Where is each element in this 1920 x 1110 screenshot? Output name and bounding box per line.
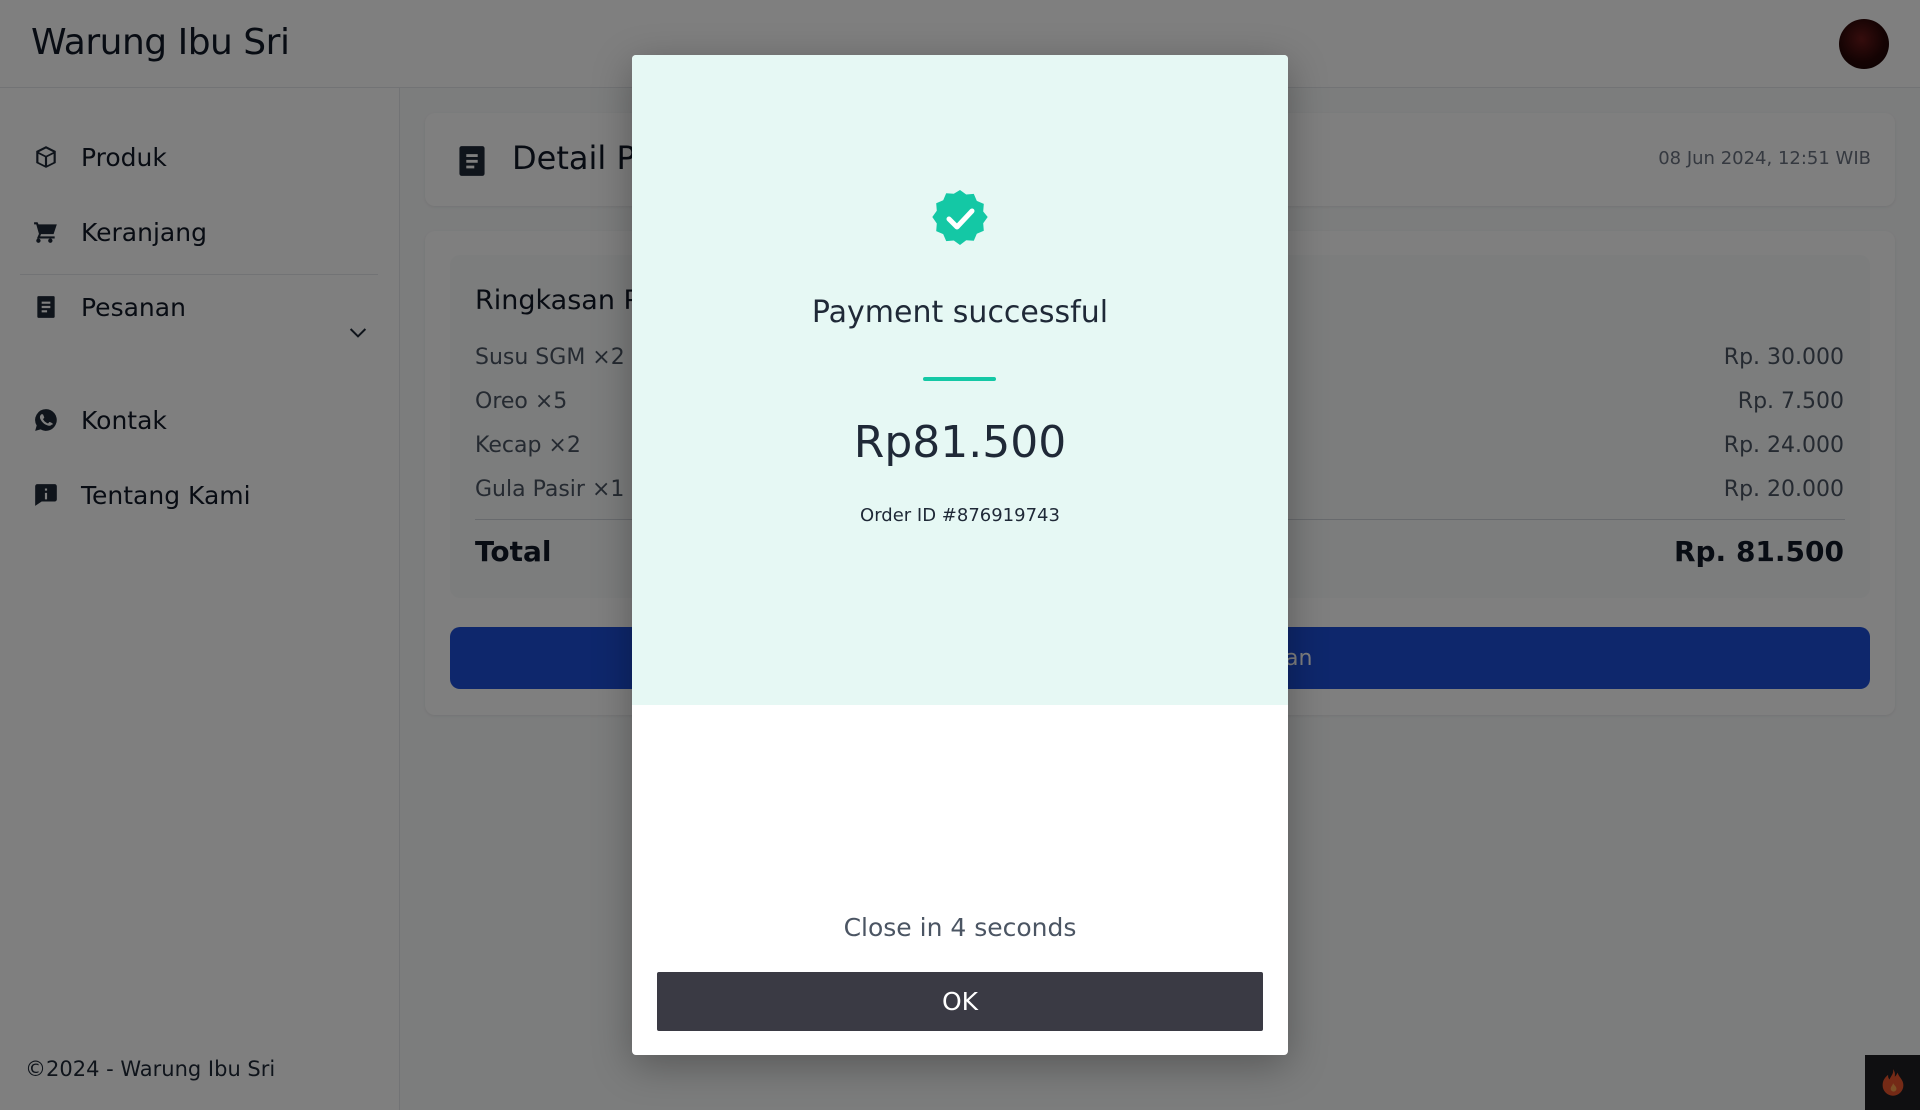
payment-success-modal: Payment successful Rp81.500 Order ID #87… xyxy=(632,55,1288,1055)
check-badge-icon xyxy=(927,185,993,251)
ok-button[interactable]: OK xyxy=(657,972,1263,1031)
order-id: Order ID #876919743 xyxy=(860,505,1060,526)
payment-amount: Rp81.500 xyxy=(853,417,1067,468)
close-countdown: Close in 4 seconds xyxy=(843,913,1077,942)
modal-title: Payment successful xyxy=(811,295,1109,330)
modal-accent-rule xyxy=(923,377,996,381)
